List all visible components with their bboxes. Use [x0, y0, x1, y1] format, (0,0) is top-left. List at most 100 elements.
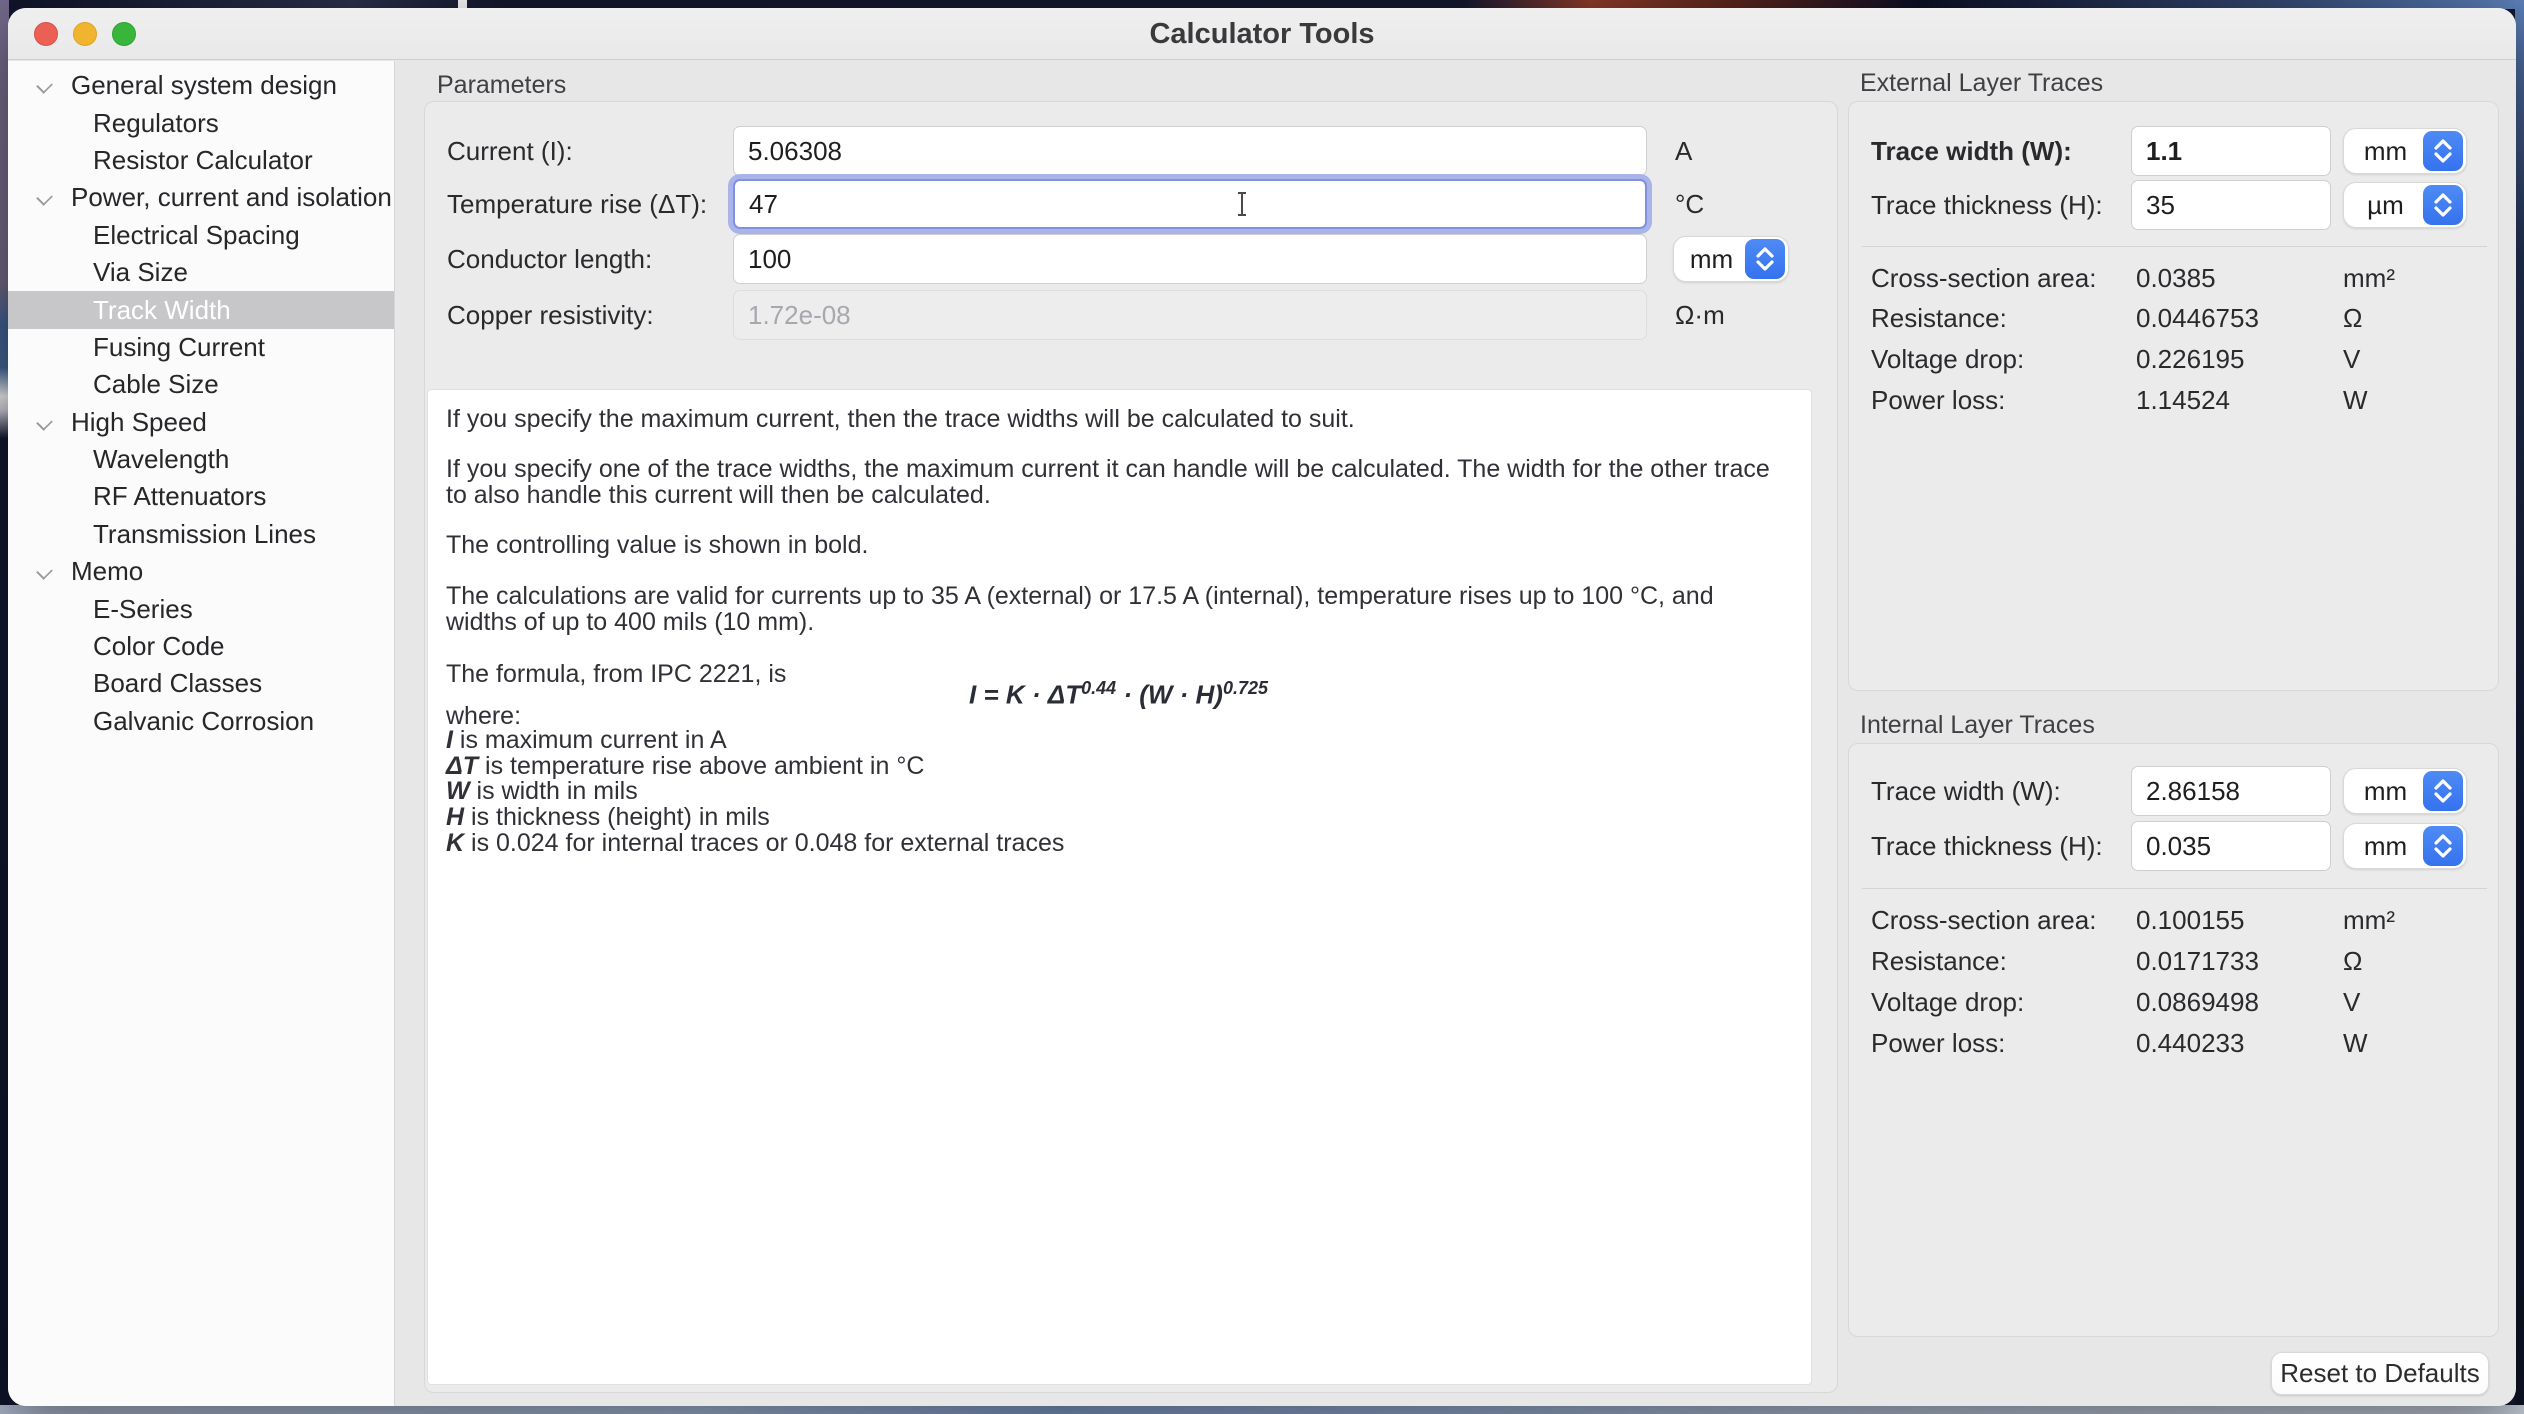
ext-trace-width-input[interactable] — [2131, 126, 2331, 176]
help-paragraph: The calculations are valid for currents … — [446, 583, 1776, 635]
int-trace-thickness-input[interactable] — [2131, 821, 2331, 871]
current-label: Current (I): — [447, 126, 573, 176]
sidebar-item-label: Resistor Calculator — [8, 145, 313, 176]
sidebar-item-label: Galvanic Corrosion — [8, 706, 314, 737]
int-resistance-unit: Ω — [2343, 944, 2362, 978]
title-bar[interactable]: Calculator Tools — [8, 8, 2516, 60]
help-text-box: If you specify the maximum current, then… — [427, 389, 1812, 1385]
int-power-loss-value: 0.440233 — [2136, 1026, 2244, 1060]
sidebar-item-e-series[interactable]: E-Series — [8, 590, 394, 627]
conductor-length-label: Conductor length: — [447, 234, 652, 284]
calculator-tools-window: Calculator Tools General system design R… — [8, 8, 2516, 1406]
unit-value: mm — [2344, 776, 2423, 807]
text-cursor — [1241, 194, 1243, 214]
stepper-arrows-icon[interactable] — [1745, 239, 1785, 279]
sidebar-item-general-system-design[interactable]: General system design — [8, 67, 394, 104]
sidebar-item-label: Regulators — [8, 108, 219, 139]
temperature-rise-unit: °C — [1675, 179, 1704, 229]
sidebar-item-label: Track Width — [8, 295, 231, 326]
stepper-arrows-icon[interactable] — [2423, 131, 2463, 171]
sidebar-item-power-current-isolation[interactable]: Power, current and isolation — [8, 179, 394, 216]
conductor-length-unit-select[interactable]: mm — [1673, 236, 1789, 282]
sidebar-item-track-width[interactable]: Track Width — [8, 291, 394, 328]
zoom-window-button[interactable] — [112, 22, 136, 46]
sidebar-item-label: Power, current and isolation — [8, 182, 392, 213]
temperature-rise-input[interactable] — [733, 179, 1647, 229]
int-trace-width-unit-select[interactable]: mm — [2343, 768, 2467, 814]
formula-var-definition: K is 0.024 for internal traces or 0.048 … — [446, 829, 1064, 858]
sidebar-item-label: Cable Size — [8, 369, 219, 400]
ext-cross-section-label: Cross-section area: — [1871, 261, 2096, 295]
chevron-down-icon[interactable] — [38, 565, 51, 578]
sidebar-item-label: Transmission Lines — [8, 519, 316, 550]
track-width-panel: Parameters Current (I): A Temperature ri… — [396, 61, 2516, 1406]
ipc2221-formula: I = K · ΔT0.44 · (W · H)0.725 — [969, 678, 1268, 711]
copper-resistivity-unit: Ω·m — [1675, 290, 1725, 340]
chevron-down-icon[interactable] — [38, 416, 51, 429]
sidebar-item-via-size[interactable]: Via Size — [8, 254, 394, 291]
int-cross-section-label: Cross-section area: — [1871, 903, 2096, 937]
ext-voltage-drop-label: Voltage drop: — [1871, 342, 2024, 376]
stepper-arrows-icon[interactable] — [2423, 771, 2463, 811]
internal-layer-traces-label: Internal Layer Traces — [1860, 711, 2095, 740]
sidebar-item-resistor-calculator[interactable]: Resistor Calculator — [8, 142, 394, 179]
current-input[interactable] — [733, 126, 1647, 176]
copper-resistivity-label: Copper resistivity: — [447, 290, 654, 340]
ext-voltage-drop-value: 0.226195 — [2136, 342, 2244, 376]
ext-power-loss-label: Power loss: — [1871, 383, 2005, 417]
ext-power-loss-value: 1.14524 — [2136, 383, 2230, 417]
close-window-button[interactable] — [34, 22, 58, 46]
help-paragraph: The formula, from IPC 2221, is — [446, 661, 786, 687]
unit-value: mm — [2344, 136, 2423, 167]
conductor-length-input[interactable] — [733, 234, 1647, 284]
sidebar-item-electrical-spacing[interactable]: Electrical Spacing — [8, 217, 394, 254]
sidebar-item-regulators[interactable]: Regulators — [8, 104, 394, 141]
calculator-tree-sidebar: General system design Regulators Resisto… — [8, 61, 395, 1406]
ext-resistance-label: Resistance: — [1871, 301, 2007, 335]
divider — [1862, 246, 2487, 247]
int-trace-width-input[interactable] — [2131, 766, 2331, 816]
sidebar-item-label: RF Attenuators — [8, 481, 266, 512]
ext-resistance-unit: Ω — [2343, 301, 2362, 335]
desktop-background-right — [2515, 0, 2524, 1414]
window-title: Calculator Tools — [8, 8, 2516, 60]
minimize-window-button[interactable] — [73, 22, 97, 46]
sidebar-item-cable-size[interactable]: Cable Size — [8, 366, 394, 403]
int-trace-thickness-label: Trace thickness (H): — [1871, 821, 2103, 871]
int-power-loss-unit: W — [2343, 1026, 2368, 1060]
ext-trace-width-label: Trace width (W): — [1871, 126, 2072, 176]
sidebar-item-high-speed[interactable]: High Speed — [8, 404, 394, 441]
stepper-arrows-icon[interactable] — [2423, 826, 2463, 866]
int-trace-thickness-unit-select[interactable]: mm — [2343, 823, 2467, 869]
chevron-down-icon[interactable] — [38, 191, 51, 204]
sidebar-item-galvanic-corrosion[interactable]: Galvanic Corrosion — [8, 703, 394, 740]
int-voltage-drop-unit: V — [2343, 985, 2360, 1019]
formula-var-definition: I is maximum current in A — [446, 726, 727, 755]
sidebar-item-label: Fusing Current — [8, 332, 265, 363]
unit-value: mm — [2344, 831, 2423, 862]
current-unit: A — [1675, 126, 1692, 176]
sidebar-item-label: Via Size — [8, 257, 188, 288]
copper-resistivity-input — [733, 290, 1647, 340]
reset-to-defaults-button[interactable]: Reset to Defaults — [2271, 1352, 2489, 1395]
sidebar-item-fusing-current[interactable]: Fusing Current — [8, 329, 394, 366]
ext-trace-width-unit-select[interactable]: mm — [2343, 128, 2467, 174]
sidebar-item-wavelength[interactable]: Wavelength — [8, 441, 394, 478]
chevron-down-icon[interactable] — [38, 79, 51, 92]
ext-trace-thickness-unit-select[interactable]: µm — [2343, 182, 2467, 228]
ext-trace-thickness-input[interactable] — [2131, 180, 2331, 230]
help-paragraph: The controlling value is shown in bold. — [446, 532, 868, 558]
sidebar-item-board-classes[interactable]: Board Classes — [8, 665, 394, 702]
sidebar-item-color-code[interactable]: Color Code — [8, 628, 394, 665]
int-cross-section-unit: mm² — [2343, 903, 2395, 937]
formula-var-definition: W is width in mils — [446, 777, 638, 806]
sidebar-item-transmission-lines[interactable]: Transmission Lines — [8, 516, 394, 553]
sidebar-item-memo[interactable]: Memo — [8, 553, 394, 590]
int-resistance-value: 0.0171733 — [2136, 944, 2259, 978]
sidebar-item-label: Wavelength — [8, 444, 229, 475]
sidebar-item-label: General system design — [8, 70, 337, 101]
sidebar-item-rf-attenuators[interactable]: RF Attenuators — [8, 478, 394, 515]
divider — [1862, 888, 2487, 889]
stepper-arrows-icon[interactable] — [2423, 185, 2463, 225]
formula-var-definition: H is thickness (height) in mils — [446, 803, 770, 832]
